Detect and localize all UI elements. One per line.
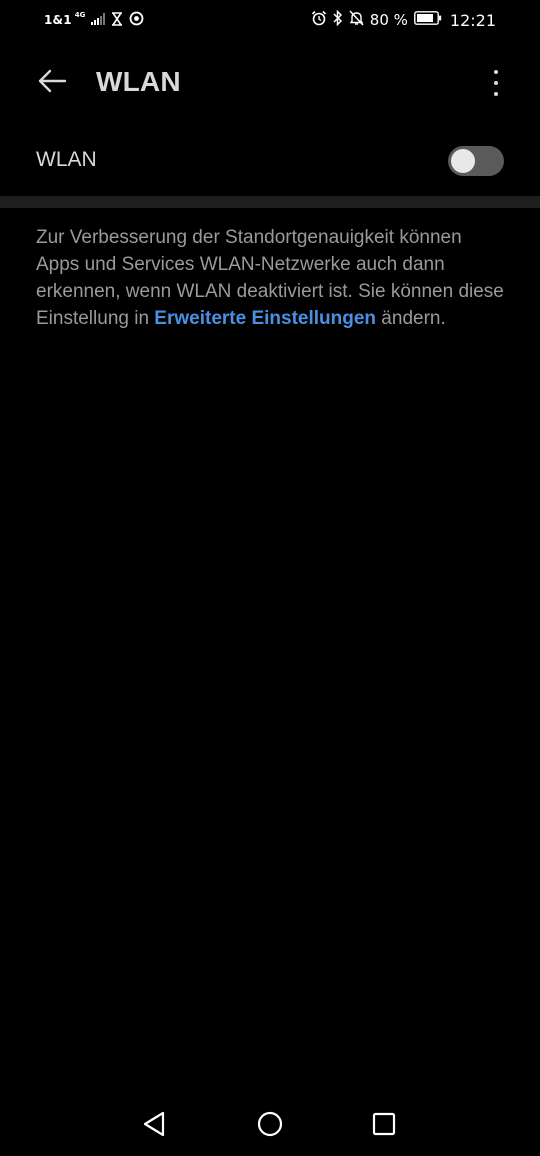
network-type-label: 4G xyxy=(74,11,86,19)
back-arrow-icon xyxy=(37,69,67,98)
wlan-toggle-row[interactable]: WLAN xyxy=(0,128,540,194)
battery-icon xyxy=(413,11,442,29)
back-button[interactable] xyxy=(32,66,72,100)
nav-back-icon xyxy=(141,1110,167,1143)
more-options-button[interactable] xyxy=(482,66,510,100)
more-vert-icon-dot-top xyxy=(494,70,498,74)
more-vert-icon-dot-bottom xyxy=(494,92,498,96)
signal-icon xyxy=(91,12,106,28)
mute-icon xyxy=(349,10,364,30)
carrier-label: 1&1 xyxy=(44,13,72,27)
app-bar: WLAN xyxy=(0,48,540,118)
bluetooth-icon xyxy=(333,9,343,30)
nav-recents-icon xyxy=(371,1111,397,1142)
wlan-switch-knob xyxy=(451,149,475,173)
status-bar: 1&1 4G 80 % 12:21 xyxy=(0,0,540,40)
nav-home-icon xyxy=(256,1110,284,1143)
more-vert-icon-dot-middle xyxy=(494,81,498,85)
info-text-after-link: ändern. xyxy=(376,308,446,329)
nav-home-button[interactable] xyxy=(254,1110,286,1142)
nav-back-button[interactable] xyxy=(138,1110,170,1142)
wlan-switch[interactable] xyxy=(448,146,504,176)
sync-icon xyxy=(129,11,144,29)
wlan-toggle-label: WLAN xyxy=(36,148,97,171)
status-right-group: 80 % 12:21 xyxy=(311,9,496,30)
advanced-settings-link[interactable]: Erweiterte Einstellungen xyxy=(154,308,376,329)
location-accuracy-info: Zur Verbesserung der Standortgenauigkeit… xyxy=(36,224,506,332)
navigation-bar xyxy=(0,1096,540,1156)
clock: 12:21 xyxy=(449,10,496,30)
nav-recents-button[interactable] xyxy=(368,1110,400,1142)
page-title: WLAN xyxy=(96,66,181,97)
hourglass-icon xyxy=(111,11,123,29)
status-left-group: 1&1 4G xyxy=(44,11,144,29)
battery-percent: 80 % xyxy=(369,11,408,29)
section-divider xyxy=(0,196,540,208)
alarm-icon xyxy=(311,10,327,30)
